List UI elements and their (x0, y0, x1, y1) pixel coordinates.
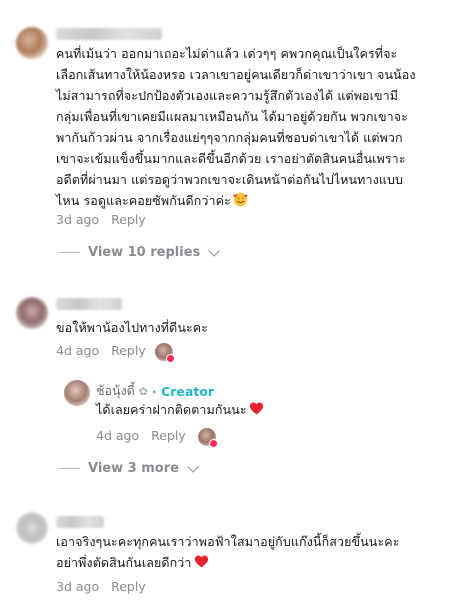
commenter-username[interactable] (56, 516, 104, 528)
comment-meta: 3d ago Reply (56, 212, 146, 227)
creator-username: ช้อนุ้งดี้ (96, 383, 135, 398)
comment-text: ขอให้พาน้องไปทางที่ดีนะคะ (56, 320, 209, 335)
comment-meta: 4d ago Reply (56, 343, 146, 358)
divider-line (58, 252, 80, 253)
reply-button[interactable]: Reply (111, 212, 146, 227)
comment-text: เอาจริงๆนะคะทุกคนเราว่าพอฟ้าใสมาอยู่กับแ… (56, 534, 400, 570)
reply-button[interactable]: Reply (111, 343, 146, 358)
commenter-username[interactable] (56, 28, 162, 40)
smiling-face-with-hearts-icon (233, 192, 248, 207)
commenter-avatar[interactable] (16, 297, 48, 329)
divider-line (58, 468, 80, 469)
red-heart-icon (194, 555, 208, 568)
commenter-avatar[interactable] (16, 27, 48, 59)
creator-liked-heart-icon (166, 354, 175, 363)
view-more-label: View 3 more (88, 461, 179, 476)
commenter-username[interactable] (56, 298, 122, 310)
chevron-down-icon (208, 244, 220, 257)
comment-time: 4d ago (56, 343, 100, 358)
creator-avatar[interactable] (64, 380, 90, 406)
reply-time: 4d ago (96, 428, 140, 443)
comment-time: 3d ago (56, 579, 100, 594)
view-replies-label: View 10 replies (88, 245, 201, 260)
creator-reply-text: ได้เลยคร่าฝากติดตามกันนะ (96, 399, 436, 420)
red-heart-icon (249, 402, 263, 415)
creator-name[interactable]: ช้อนุ้งดี้ ✿ · Creator (96, 381, 214, 401)
creator-liked-heart-icon (209, 439, 218, 448)
reply-button[interactable]: Reply (151, 428, 186, 443)
commenter-avatar[interactable] (16, 512, 48, 544)
chevron-down-icon (187, 460, 199, 473)
comment-time: 3d ago (56, 212, 100, 227)
view-more-replies-button[interactable]: View 3 more (58, 460, 199, 476)
view-replies-button[interactable]: View 10 replies (58, 244, 220, 260)
reply-button[interactable]: Reply (111, 579, 146, 594)
butterfly-icon: ✿ (138, 384, 148, 398)
comment-meta: 3d ago Reply (56, 579, 146, 594)
creator-badge: · Creator (151, 383, 215, 399)
reply-meta: 4d ago Reply (96, 428, 186, 443)
comment-text: คนที่เม้นว่า ออกมาเถอะไม่ด่าแล้ว เด่วๆๆ … (56, 46, 416, 208)
